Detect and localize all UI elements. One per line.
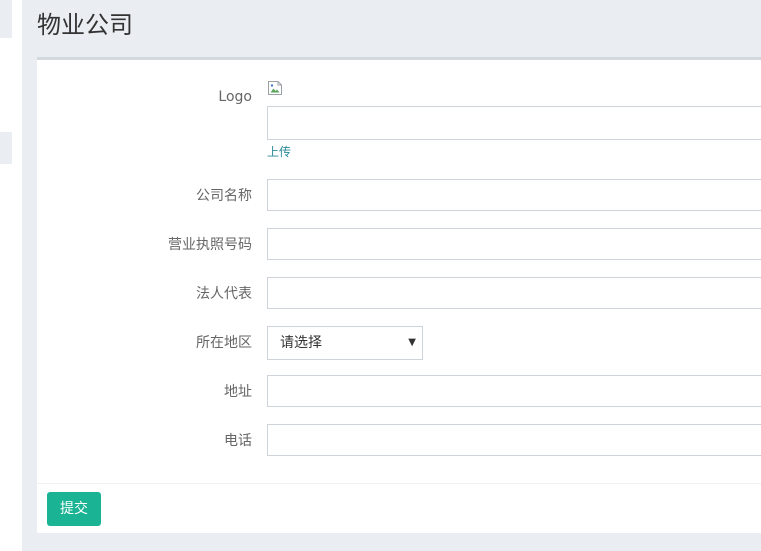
broken-image-icon xyxy=(267,80,283,96)
page-title: 物业公司 xyxy=(37,11,133,39)
sidebar-item-2[interactable] xyxy=(0,132,12,164)
region-select[interactable]: 请选择 ▼ xyxy=(267,326,423,360)
logo-field[interactable] xyxy=(267,106,761,140)
region-select-value: 请选择 xyxy=(280,335,322,351)
phone-label: 电话 xyxy=(224,433,252,449)
main-content: 物业公司 Logo 上传 公司名称 营业执照号码 法人代表 所在地区 请选择 ▼ xyxy=(22,0,761,551)
region-label: 所在地区 xyxy=(196,335,252,351)
license-number-field[interactable] xyxy=(267,228,761,260)
legal-representative-label: 法人代表 xyxy=(196,286,252,302)
address-label: 地址 xyxy=(224,384,252,400)
upload-link[interactable]: 上传 xyxy=(267,144,291,160)
license-number-label: 营业执照号码 xyxy=(168,237,252,253)
sidebar xyxy=(0,0,22,551)
form-card: Logo 上传 公司名称 营业执照号码 法人代表 所在地区 请选择 ▼ 地址 电… xyxy=(37,60,761,533)
legal-representative-field[interactable] xyxy=(267,277,761,309)
phone-field[interactable] xyxy=(267,424,761,456)
address-field[interactable] xyxy=(267,375,761,407)
sidebar-item-1[interactable] xyxy=(0,0,12,38)
submit-button[interactable]: 提交 xyxy=(47,492,101,526)
company-name-label: 公司名称 xyxy=(196,188,252,204)
caret-down-icon: ▼ xyxy=(408,337,416,348)
logo-label: Logo xyxy=(218,89,252,105)
footer-divider xyxy=(37,483,761,484)
company-name-field[interactable] xyxy=(267,179,761,211)
